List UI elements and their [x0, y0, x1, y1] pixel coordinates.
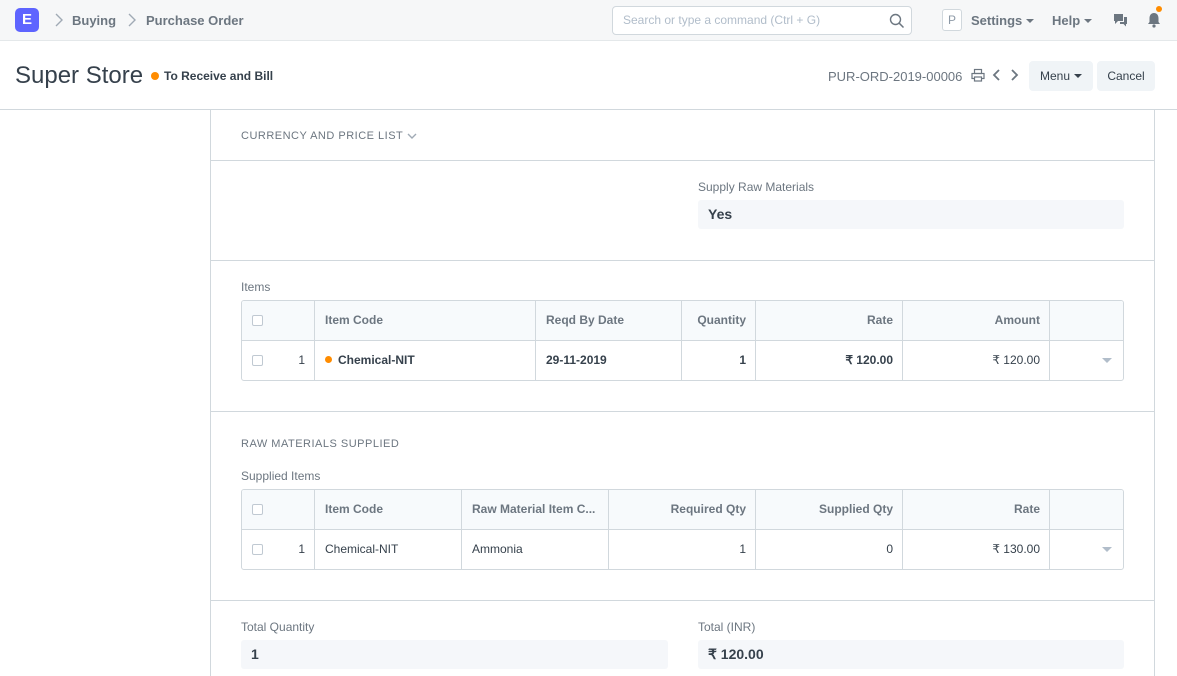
column-header: Supplied Qty	[818, 502, 893, 516]
column-header: Amount	[994, 313, 1040, 327]
page-title: Super Store	[15, 62, 144, 89]
raw-materials-section-heading: RAW MATERIALS SUPPLIED	[241, 438, 400, 450]
column-divider	[681, 301, 682, 380]
total-inr-label: Total (INR)	[698, 620, 756, 634]
search-input[interactable]	[623, 13, 873, 27]
column-header: Quantity	[697, 313, 746, 327]
amount-cell: ₹ 120.00	[992, 353, 1040, 367]
row-checkbox[interactable]	[252, 544, 263, 555]
chevron-down-icon[interactable]	[406, 131, 418, 141]
table-row[interactable]: 1 Chemical-NIT Ammonia 1 0 ₹ 130.00	[242, 529, 1123, 569]
column-divider	[902, 490, 903, 569]
reqd-by-date-cell[interactable]: 29-11-2019	[536, 341, 682, 380]
row-index: 1	[298, 353, 305, 367]
menu-label: Menu	[1039, 69, 1071, 83]
breadcrumb-purchase-order[interactable]: Purchase Order	[146, 13, 244, 28]
navbar: E Buying Purchase Order P Settings Help	[0, 0, 1177, 41]
settings-label: Settings	[971, 13, 1023, 28]
search-icon[interactable]	[889, 13, 905, 29]
column-divider	[608, 490, 609, 569]
items-label: Items	[241, 280, 271, 294]
caret-down-icon	[1084, 19, 1093, 23]
breadcrumb-buying[interactable]: Buying	[72, 13, 116, 28]
column-divider	[1049, 490, 1050, 569]
column-divider	[902, 301, 903, 380]
next-document-icon[interactable]	[1007, 68, 1021, 82]
app-logo[interactable]: E	[15, 8, 39, 32]
select-all-checkbox[interactable]	[252, 315, 263, 326]
notification-dot	[1156, 6, 1162, 12]
column-divider	[314, 301, 315, 380]
total-quantity-field: 1	[241, 640, 668, 669]
column-header: Item Code	[325, 313, 384, 327]
row-edit-caret-icon[interactable]	[1102, 547, 1112, 552]
column-divider	[314, 490, 315, 569]
status-badge: To Receive and Bill	[164, 69, 274, 83]
help-label: Help	[1052, 13, 1081, 28]
row-checkbox[interactable]	[252, 355, 263, 366]
chevron-right-icon	[128, 13, 136, 27]
rate-cell[interactable]: ₹ 120.00	[756, 341, 903, 380]
item-code-cell[interactable]: Chemical-NIT	[315, 341, 536, 380]
settings-dropdown[interactable]: Settings	[971, 13, 1035, 28]
select-all-checkbox[interactable]	[252, 504, 263, 515]
column-divider	[461, 490, 462, 569]
supplied-items-table: Item Code Raw Material Item C... Require…	[241, 489, 1124, 570]
column-divider	[755, 301, 756, 380]
row-edit-caret-icon[interactable]	[1102, 358, 1112, 363]
column-header: Required Qty	[670, 502, 746, 516]
status-indicator-dot	[151, 72, 159, 80]
raw-material-cell: Ammonia	[472, 542, 523, 556]
help-dropdown[interactable]: Help	[1052, 13, 1093, 28]
column-header: Item Code	[325, 502, 384, 516]
rate-cell: ₹ 130.00	[992, 542, 1040, 556]
form-panel	[210, 110, 1155, 676]
column-header: Reqd By Date	[546, 313, 625, 327]
chat-icon[interactable]	[1111, 11, 1129, 29]
item-code-value: Chemical-NIT	[338, 353, 415, 367]
column-divider	[1049, 301, 1050, 380]
supplied-qty-cell: 0	[886, 542, 893, 556]
supply-raw-materials-label: Supply Raw Materials	[698, 180, 815, 194]
section-divider	[210, 260, 1155, 261]
supply-raw-materials-field[interactable]: Yes	[698, 200, 1124, 229]
document-name: PUR-ORD-2019-00006	[828, 69, 963, 84]
print-icon[interactable]	[971, 68, 985, 82]
section-divider	[210, 160, 1155, 161]
table-row[interactable]: 1 Chemical-NIT 29-11-2019 1 ₹ 120.00 ₹ 1…	[242, 340, 1123, 380]
items-table: Item Code Reqd By Date Quantity Rate Amo…	[241, 300, 1124, 381]
bell-icon[interactable]	[1145, 11, 1163, 29]
column-header: Rate	[866, 313, 893, 327]
section-divider	[210, 411, 1155, 412]
previous-document-icon[interactable]	[990, 68, 1004, 82]
menu-button[interactable]: Menu	[1029, 61, 1093, 91]
total-inr-field: ₹ 120.00	[698, 640, 1124, 669]
caret-down-icon	[1074, 74, 1083, 78]
item-status-dot	[325, 356, 332, 363]
currency-section-heading[interactable]: CURRENCY AND PRICE LIST	[241, 130, 403, 142]
column-divider	[535, 301, 536, 380]
caret-down-icon	[1026, 19, 1035, 23]
column-header: Raw Material Item C...	[472, 502, 596, 516]
column-header: Rate	[1013, 502, 1040, 516]
column-divider	[755, 490, 756, 569]
search-bar	[612, 6, 912, 35]
cancel-button[interactable]: Cancel	[1097, 61, 1155, 91]
quantity-cell[interactable]: 1	[682, 341, 756, 380]
supplied-items-label: Supplied Items	[241, 469, 321, 483]
table-header-row: Item Code Reqd By Date Quantity Rate Amo…	[242, 301, 1123, 340]
row-index: 1	[298, 542, 305, 556]
section-divider	[210, 600, 1155, 601]
user-avatar[interactable]: P	[942, 9, 962, 31]
item-code-cell: Chemical-NIT	[325, 542, 399, 556]
table-header-row: Item Code Raw Material Item C... Require…	[242, 490, 1123, 529]
chevron-right-icon	[55, 13, 63, 27]
required-qty-cell: 1	[739, 542, 746, 556]
total-quantity-label: Total Quantity	[241, 620, 315, 634]
